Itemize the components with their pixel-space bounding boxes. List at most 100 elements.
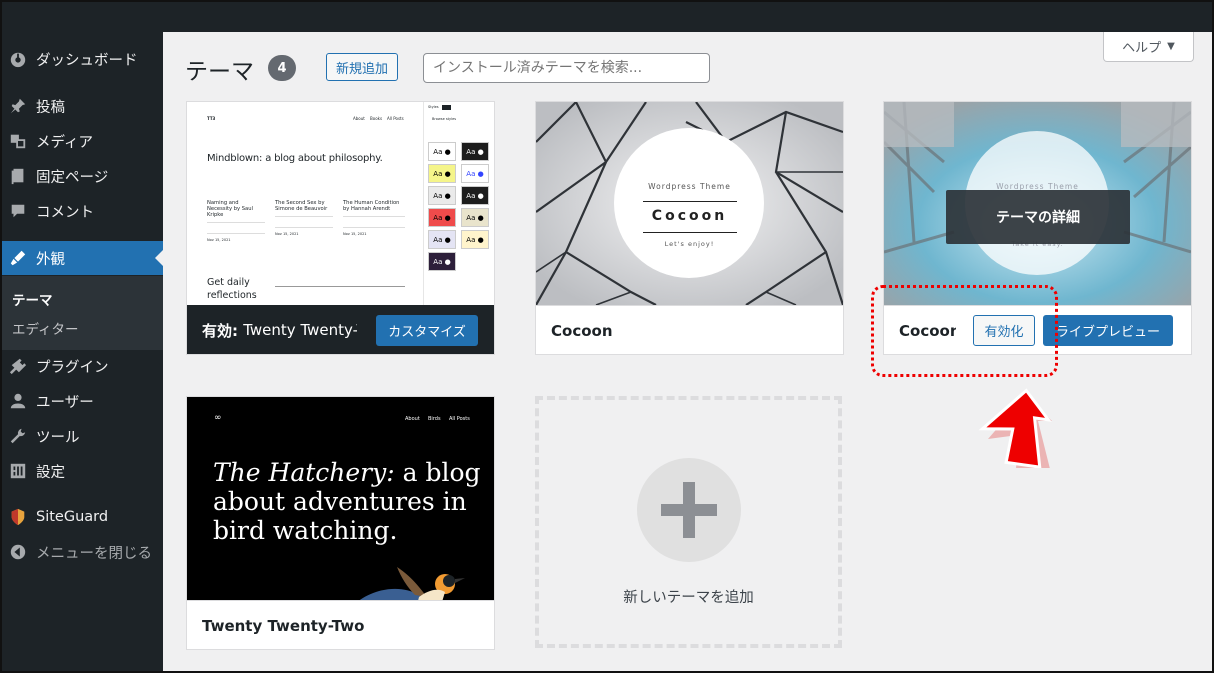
theme-card-twentytwentytwo[interactable]: ∞ About Birds All Posts The Hatchery: a …: [186, 396, 495, 650]
pin-icon: [0, 97, 36, 115]
style-swatch: Aa ●: [461, 142, 489, 161]
cocoon-title: Cocoon: [651, 208, 728, 224]
theme-name: Twenty Twenty-Two: [187, 600, 494, 649]
comment-icon: [0, 202, 36, 220]
menu-comments[interactable]: コメント: [0, 194, 163, 228]
dashboard-icon: [0, 50, 36, 68]
tt2-nav-birds: Birds: [428, 416, 441, 422]
tt3-post-2: The Second Sex by Simone de Beauvoir Nov…: [275, 200, 333, 237]
panel-title: Styles: [428, 105, 439, 109]
theme-name: Cocoon: [536, 305, 843, 354]
menu-dashboard[interactable]: ダッシュボード: [0, 42, 163, 76]
theme-card-twentytwentythree[interactable]: TT3 About Books All Posts Mindblown: a b…: [186, 101, 495, 355]
style-swatch: Aa ●: [428, 252, 456, 271]
panel-save: [442, 105, 451, 110]
style-swatch: Aa ●: [428, 164, 456, 183]
menu-label: SiteGuard: [36, 509, 109, 525]
headline-line2: about adventures in: [213, 487, 467, 516]
menu-label: 設定: [36, 464, 65, 481]
post-excerpt: [207, 222, 265, 234]
settings-icon: [0, 462, 36, 480]
style-swatch: Aa ●: [428, 230, 456, 249]
menu-collapse[interactable]: メニューを閉じる: [0, 535, 163, 569]
wrench-icon: [0, 427, 36, 445]
plus-icon: [636, 458, 741, 562]
post-excerpt: [275, 216, 333, 228]
theme-card-cocoon[interactable]: Wordpress Theme Cocoon Let's enjoy! Coco…: [535, 101, 844, 355]
style-swatch: Aa ●: [461, 164, 489, 183]
tt3-page: TT3 About Books All Posts Mindblown: a b…: [187, 102, 423, 305]
menu-media[interactable]: メディア: [0, 124, 163, 158]
menu-label: コメント: [36, 204, 94, 221]
siteguard-icon: [0, 508, 36, 526]
style-swatch: Aa ●: [461, 230, 489, 249]
cocoon-rule: [643, 232, 737, 233]
active-label: 有効:: [202, 321, 238, 340]
admin-bar: [0, 0, 1214, 32]
network-background: [536, 102, 843, 305]
cocoon-circle: [614, 128, 764, 278]
live-preview-button[interactable]: ライブプレビュー: [1043, 315, 1173, 346]
theme-screenshot: Wordpress Theme Take it easy. テーマの詳細: [884, 102, 1191, 305]
menu-label: メニューを閉じる: [36, 545, 152, 562]
menu-label: プラグイン: [36, 359, 109, 376]
tt2-headline: The Hatchery: a blog about adventures in…: [213, 458, 481, 545]
theme-details-button[interactable]: テーマの詳細: [946, 190, 1130, 244]
red-arrow-icon: [978, 388, 1052, 468]
submenu-themes[interactable]: テーマ: [12, 289, 53, 309]
plugin-icon: [0, 357, 36, 375]
brush-icon: [0, 249, 36, 267]
theme-search-input[interactable]: [423, 53, 710, 83]
tt3-headline: Mindblown: a blog about philosophy.: [207, 153, 383, 164]
style-swatch: Aa ●: [461, 208, 489, 227]
customize-button[interactable]: カスタマイズ: [376, 315, 478, 346]
tt2-nav-about: About: [405, 416, 420, 422]
tt3-nav-posts: All Posts: [387, 116, 404, 121]
post-date: Nov 15, 2021: [343, 232, 367, 236]
menu-label: 投稿: [36, 99, 65, 116]
style-swatch: Aa ●: [428, 208, 456, 227]
menu-users[interactable]: ユーザー: [0, 384, 163, 418]
tt3-logo: TT3: [207, 116, 216, 121]
style-swatch: Aa ●: [428, 142, 456, 161]
menu-posts[interactable]: 投稿: [0, 89, 163, 123]
submenu-editor[interactable]: エディター: [12, 318, 79, 338]
tt3-nav-about: About: [353, 116, 365, 121]
menu-siteguard[interactable]: SiteGuard: [0, 500, 163, 534]
post-title: The Human Condition by Hannah Arendt: [343, 200, 400, 212]
collapse-icon: [0, 543, 36, 561]
style-swatch: Aa ●: [428, 186, 456, 205]
menu-settings[interactable]: 設定: [0, 454, 163, 488]
tt2-logo-icon: ∞: [214, 413, 222, 423]
tt3-post-1: Naming and Necessity by Saul Kripke Nov …: [207, 200, 265, 243]
cocoon-rule: [643, 201, 737, 202]
bird-illustration: [360, 567, 465, 600]
add-new-theme-card[interactable]: 新しいテーマを追加: [535, 396, 842, 648]
menu-label: ユーザー: [36, 394, 94, 411]
headline-line3: bird watching.: [213, 516, 398, 545]
menu-plugins[interactable]: プラグイン: [0, 349, 163, 383]
appearance-submenu: テーマ エディター: [0, 276, 163, 350]
menu-appearance[interactable]: 外観: [0, 241, 163, 275]
page-title: テーマ: [185, 59, 254, 85]
help-button[interactable]: ヘルプ ▼: [1103, 32, 1194, 62]
style-swatch: Aa ●: [461, 186, 489, 205]
post-excerpt: [343, 216, 405, 228]
cocoon-top-text: Wordpress Theme: [648, 182, 731, 191]
theme-screenshot: Wordpress Theme Cocoon Let's enjoy!: [536, 102, 843, 305]
theme-screenshot: TT3 About Books All Posts Mindblown: a b…: [187, 102, 494, 305]
tt3-styles-panel: Styles Browse styles Aa ● Aa ● Aa ● Aa ● Aa …: [423, 102, 494, 305]
menu-label: ツール: [36, 429, 80, 446]
headline-italic: The Hatchery:: [213, 458, 395, 487]
media-icon: [0, 132, 36, 150]
help-label: ヘルプ: [1122, 41, 1162, 56]
highlight-box: [871, 285, 1058, 377]
tt3-post-3: The Human Condition by Hannah Arendt Nov…: [343, 200, 405, 237]
menu-tools[interactable]: ツール: [0, 419, 163, 453]
add-new-button[interactable]: 新規追加: [326, 53, 398, 81]
tt3-nav-books: Books: [370, 116, 383, 121]
post-title: Naming and Necessity by Saul Kripke: [207, 200, 253, 218]
panel-sub: Browse styles: [432, 117, 457, 121]
menu-pages[interactable]: 固定ページ: [0, 159, 163, 193]
caret-down-icon: ▼: [1167, 41, 1175, 52]
